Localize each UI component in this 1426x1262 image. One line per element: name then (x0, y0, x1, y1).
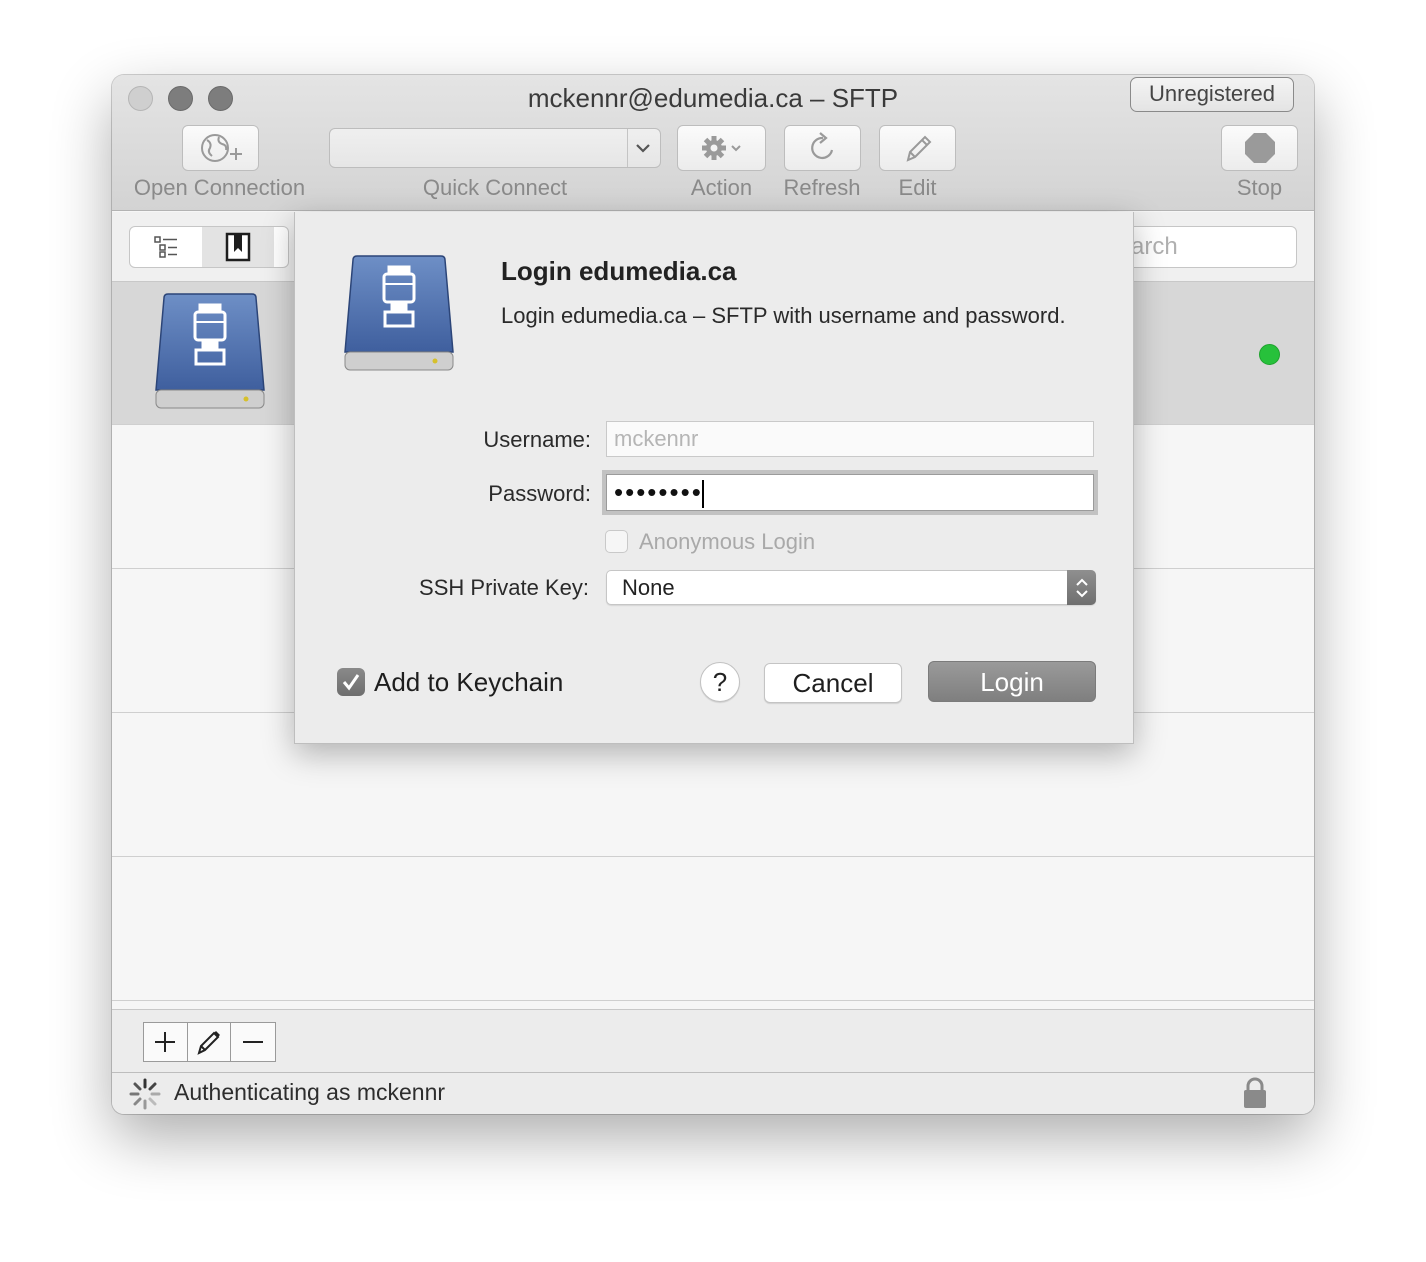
password-value: •••••••• (614, 477, 703, 507)
pencil-icon (197, 1031, 220, 1055)
remove-bookmark-button[interactable] (231, 1023, 275, 1061)
minus-icon (243, 1041, 264, 1043)
quick-connect-combobox[interactable] (329, 128, 661, 168)
ssh-key-value: None (622, 575, 675, 600)
updown-arrows-icon (1067, 570, 1096, 605)
network-drive-icon (155, 293, 265, 409)
checkmark-icon (342, 674, 360, 691)
bookmark-row[interactable] (112, 858, 1314, 1001)
refresh-icon (810, 132, 833, 160)
titlebar: mckennr@edumedia.ca – SFTP Unregistered … (112, 75, 1314, 211)
status-indicator (1259, 344, 1280, 365)
stop-button[interactable] (1221, 125, 1298, 171)
quick-connect-label: Quick Connect (422, 175, 568, 200)
add-bookmark-button[interactable] (144, 1023, 188, 1061)
browser-view-tab[interactable] (130, 227, 202, 267)
search-field[interactable]: arch (1112, 226, 1297, 268)
edit-button[interactable] (879, 125, 956, 171)
outline-icon (154, 236, 177, 258)
view-segmented-control[interactable] (129, 226, 289, 268)
plus-icon (155, 1032, 176, 1052)
status-text: Authenticating as mckennr (174, 1079, 446, 1105)
add-to-keychain-checkbox[interactable] (337, 668, 365, 696)
globe-plus-icon (200, 134, 242, 162)
username-field[interactable]: mckennr (606, 421, 1094, 457)
anonymous-login-label: Anonymous Login (639, 529, 816, 554)
edit-bookmark-button[interactable] (188, 1023, 232, 1061)
password-label: Password: (488, 481, 591, 506)
stop-label: Stop (1236, 175, 1283, 200)
refresh-button[interactable] (784, 125, 861, 171)
add-to-keychain-label: Add to Keychain (374, 667, 564, 697)
bookmark-icon (225, 232, 251, 262)
ssh-key-popup[interactable]: None (606, 570, 1096, 605)
refresh-label: Refresh (783, 175, 861, 200)
open-connection-button[interactable] (182, 125, 259, 171)
edit-label: Edit (898, 175, 937, 200)
action-button[interactable] (677, 125, 766, 171)
password-field[interactable]: •••••••• (606, 474, 1094, 511)
stop-icon (1244, 133, 1275, 163)
open-connection-label: Open Connection (133, 175, 306, 200)
unregistered-button[interactable]: Unregistered (1130, 77, 1294, 112)
login-button[interactable]: Login (928, 661, 1096, 702)
network-drive-icon (344, 255, 454, 371)
login-sheet: Login edumedia.ca Login edumedia.ca – SF… (294, 212, 1134, 744)
spinner-icon (129, 1078, 161, 1110)
username-label: Username: (483, 427, 591, 452)
login-title: Login edumedia.ca (501, 256, 737, 286)
help-button[interactable]: ? (700, 662, 740, 702)
lock-icon (1244, 1077, 1266, 1108)
cancel-button[interactable]: Cancel (764, 663, 902, 703)
ssh-key-label: SSH Private Key: (419, 575, 589, 600)
bookmarks-view-tab[interactable] (202, 227, 274, 267)
gear-icon (701, 136, 741, 160)
action-label: Action (690, 175, 753, 200)
anonymous-login-checkbox[interactable] (605, 530, 628, 553)
pencil-icon (906, 135, 931, 162)
status-bar: Authenticating as mckennr (112, 1073, 1314, 1114)
chevron-down-icon[interactable] (635, 137, 651, 159)
bookmark-actions-group (143, 1022, 276, 1062)
login-message: Login edumedia.ca – SFTP with username a… (501, 303, 1066, 328)
bookmark-actions-bar (112, 1009, 1314, 1073)
